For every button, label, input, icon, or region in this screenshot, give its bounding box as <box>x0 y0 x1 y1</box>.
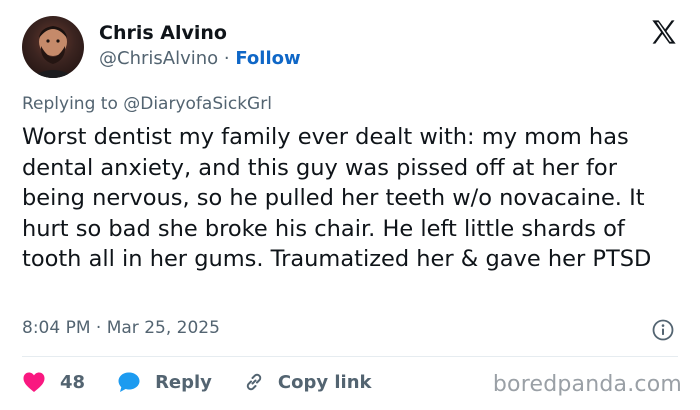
avatar-photo <box>30 26 76 78</box>
speech-bubble-icon <box>118 372 140 392</box>
divider <box>22 356 678 357</box>
like-count: 48 <box>60 371 86 393</box>
watermark: boredpanda.com <box>492 372 682 397</box>
copy-link-button[interactable]: Copy link <box>242 370 372 394</box>
author-name[interactable]: Chris Alvino <box>99 22 227 44</box>
reply-button[interactable]: Reply <box>117 371 212 393</box>
reply-label: Reply <box>155 371 212 393</box>
tweet-text: Worst dentist my family ever dealt with:… <box>22 124 652 272</box>
timestamp[interactable]: 8:04 PM · Mar 25, 2025 <box>22 318 220 338</box>
link-icon <box>246 373 262 391</box>
copy-link-label: Copy link <box>277 371 372 393</box>
reply-context: Replying to @DiaryofaSickGrl <box>22 94 272 114</box>
action-bar: 48 Reply Copy link <box>22 370 372 394</box>
heart-icon <box>23 372 45 392</box>
separator-dot: · <box>223 48 230 69</box>
author-meta: @ChrisAlvino · Follow <box>99 48 301 69</box>
follow-button[interactable]: Follow <box>235 48 300 69</box>
avatar[interactable] <box>22 16 84 78</box>
like-button[interactable]: 48 <box>22 371 85 393</box>
author-handle[interactable]: @ChrisAlvino <box>99 48 218 69</box>
info-icon[interactable] <box>652 319 674 341</box>
x-logo-icon[interactable] <box>650 18 678 46</box>
